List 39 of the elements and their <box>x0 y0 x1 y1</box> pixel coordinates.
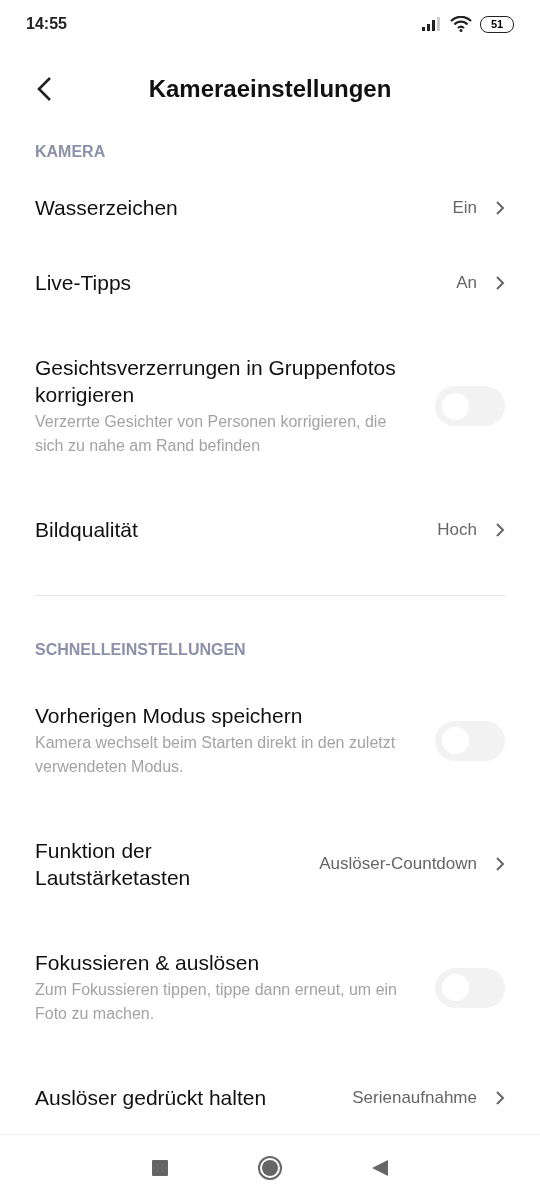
wifi-icon <box>450 16 472 32</box>
setting-value: Auslöser-Countdown <box>319 853 477 876</box>
settings-row[interactable]: Wasserzeichen Ein <box>0 170 540 245</box>
settings-row[interactable]: Auslöser gedrückt halten Serienaufnahme <box>0 1060 540 1135</box>
status-time: 14:55 <box>26 14 67 34</box>
battery-level: 51 <box>490 18 504 30</box>
home-icon[interactable] <box>258 1155 282 1180</box>
setting-title: Vorherigen Modus speichern <box>35 703 304 729</box>
recents-icon[interactable] <box>152 1159 168 1176</box>
setting-value: Ein <box>452 196 477 219</box>
chevron-icon <box>495 856 505 872</box>
settings-row[interactable]: Live-Tipps An <box>0 245 540 320</box>
settings-row[interactable]: Funktion der Lautstärketasten Auslöser-Countdown <box>0 813 540 915</box>
setting-title: Fokussieren & auslösen <box>35 950 261 976</box>
section-header: KAMERA <box>35 143 106 160</box>
setting-title: Bildqualität <box>35 517 138 543</box>
setting-title: Auslöser gedrückt halten <box>35 1085 267 1111</box>
chevron-icon <box>495 199 505 216</box>
setting-value: Serienaufnahme <box>352 1086 477 1109</box>
chevron-icon <box>495 521 505 538</box>
settings-row[interactable]: Fokussieren & auslösen Zum Fokussieren tippen, tippe dann erneut, um ein Foto zu machen. <box>0 915 540 1060</box>
setting-value: Hoch <box>437 518 477 541</box>
setting-title: Wasserzeichen <box>35 195 178 221</box>
setting-description: Verzerrte Gesichter von Personen korrigieren, die sich zu nahe am Rand befinden <box>35 412 388 456</box>
setting-title: Gesichtsverzerrungen in Gruppenfotos korrigieren <box>35 355 397 408</box>
section-header: SCHNELLEINSTELLUNGEN <box>35 641 246 658</box>
setting-description: Zum Fokussieren tippen, tippe dann erneut, um ein Foto zu machen. <box>35 980 398 1024</box>
back-icon[interactable] <box>36 76 52 102</box>
settings-row[interactable]: Gesichtsverzerrungen in Gruppenfotos korrigieren Verzerrte Gesichter von Personen korrigieren, die sich zu nahe am Rand befinden <box>0 320 540 492</box>
setting-description: Kamera wechselt beim Starten direkt in den zuletzt verwendeten Modus. <box>35 733 397 777</box>
chevron-icon <box>495 1089 505 1106</box>
signal-icon <box>422 17 442 31</box>
settings-row[interactable]: Vorherigen Modus speichern Kamera wechselt beim Starten direkt in den zuletzt verwendeten Modus. <box>0 668 540 813</box>
setting-value: An <box>456 271 477 294</box>
setting-title: Funktion der Lautstärketasten <box>35 838 192 891</box>
setting-title: Live-Tipps <box>35 270 132 296</box>
page-title: Kameraeinstellungen <box>148 74 392 104</box>
settings-row[interactable]: Bildqualität Hoch <box>0 492 540 567</box>
chevron-icon <box>495 274 505 291</box>
